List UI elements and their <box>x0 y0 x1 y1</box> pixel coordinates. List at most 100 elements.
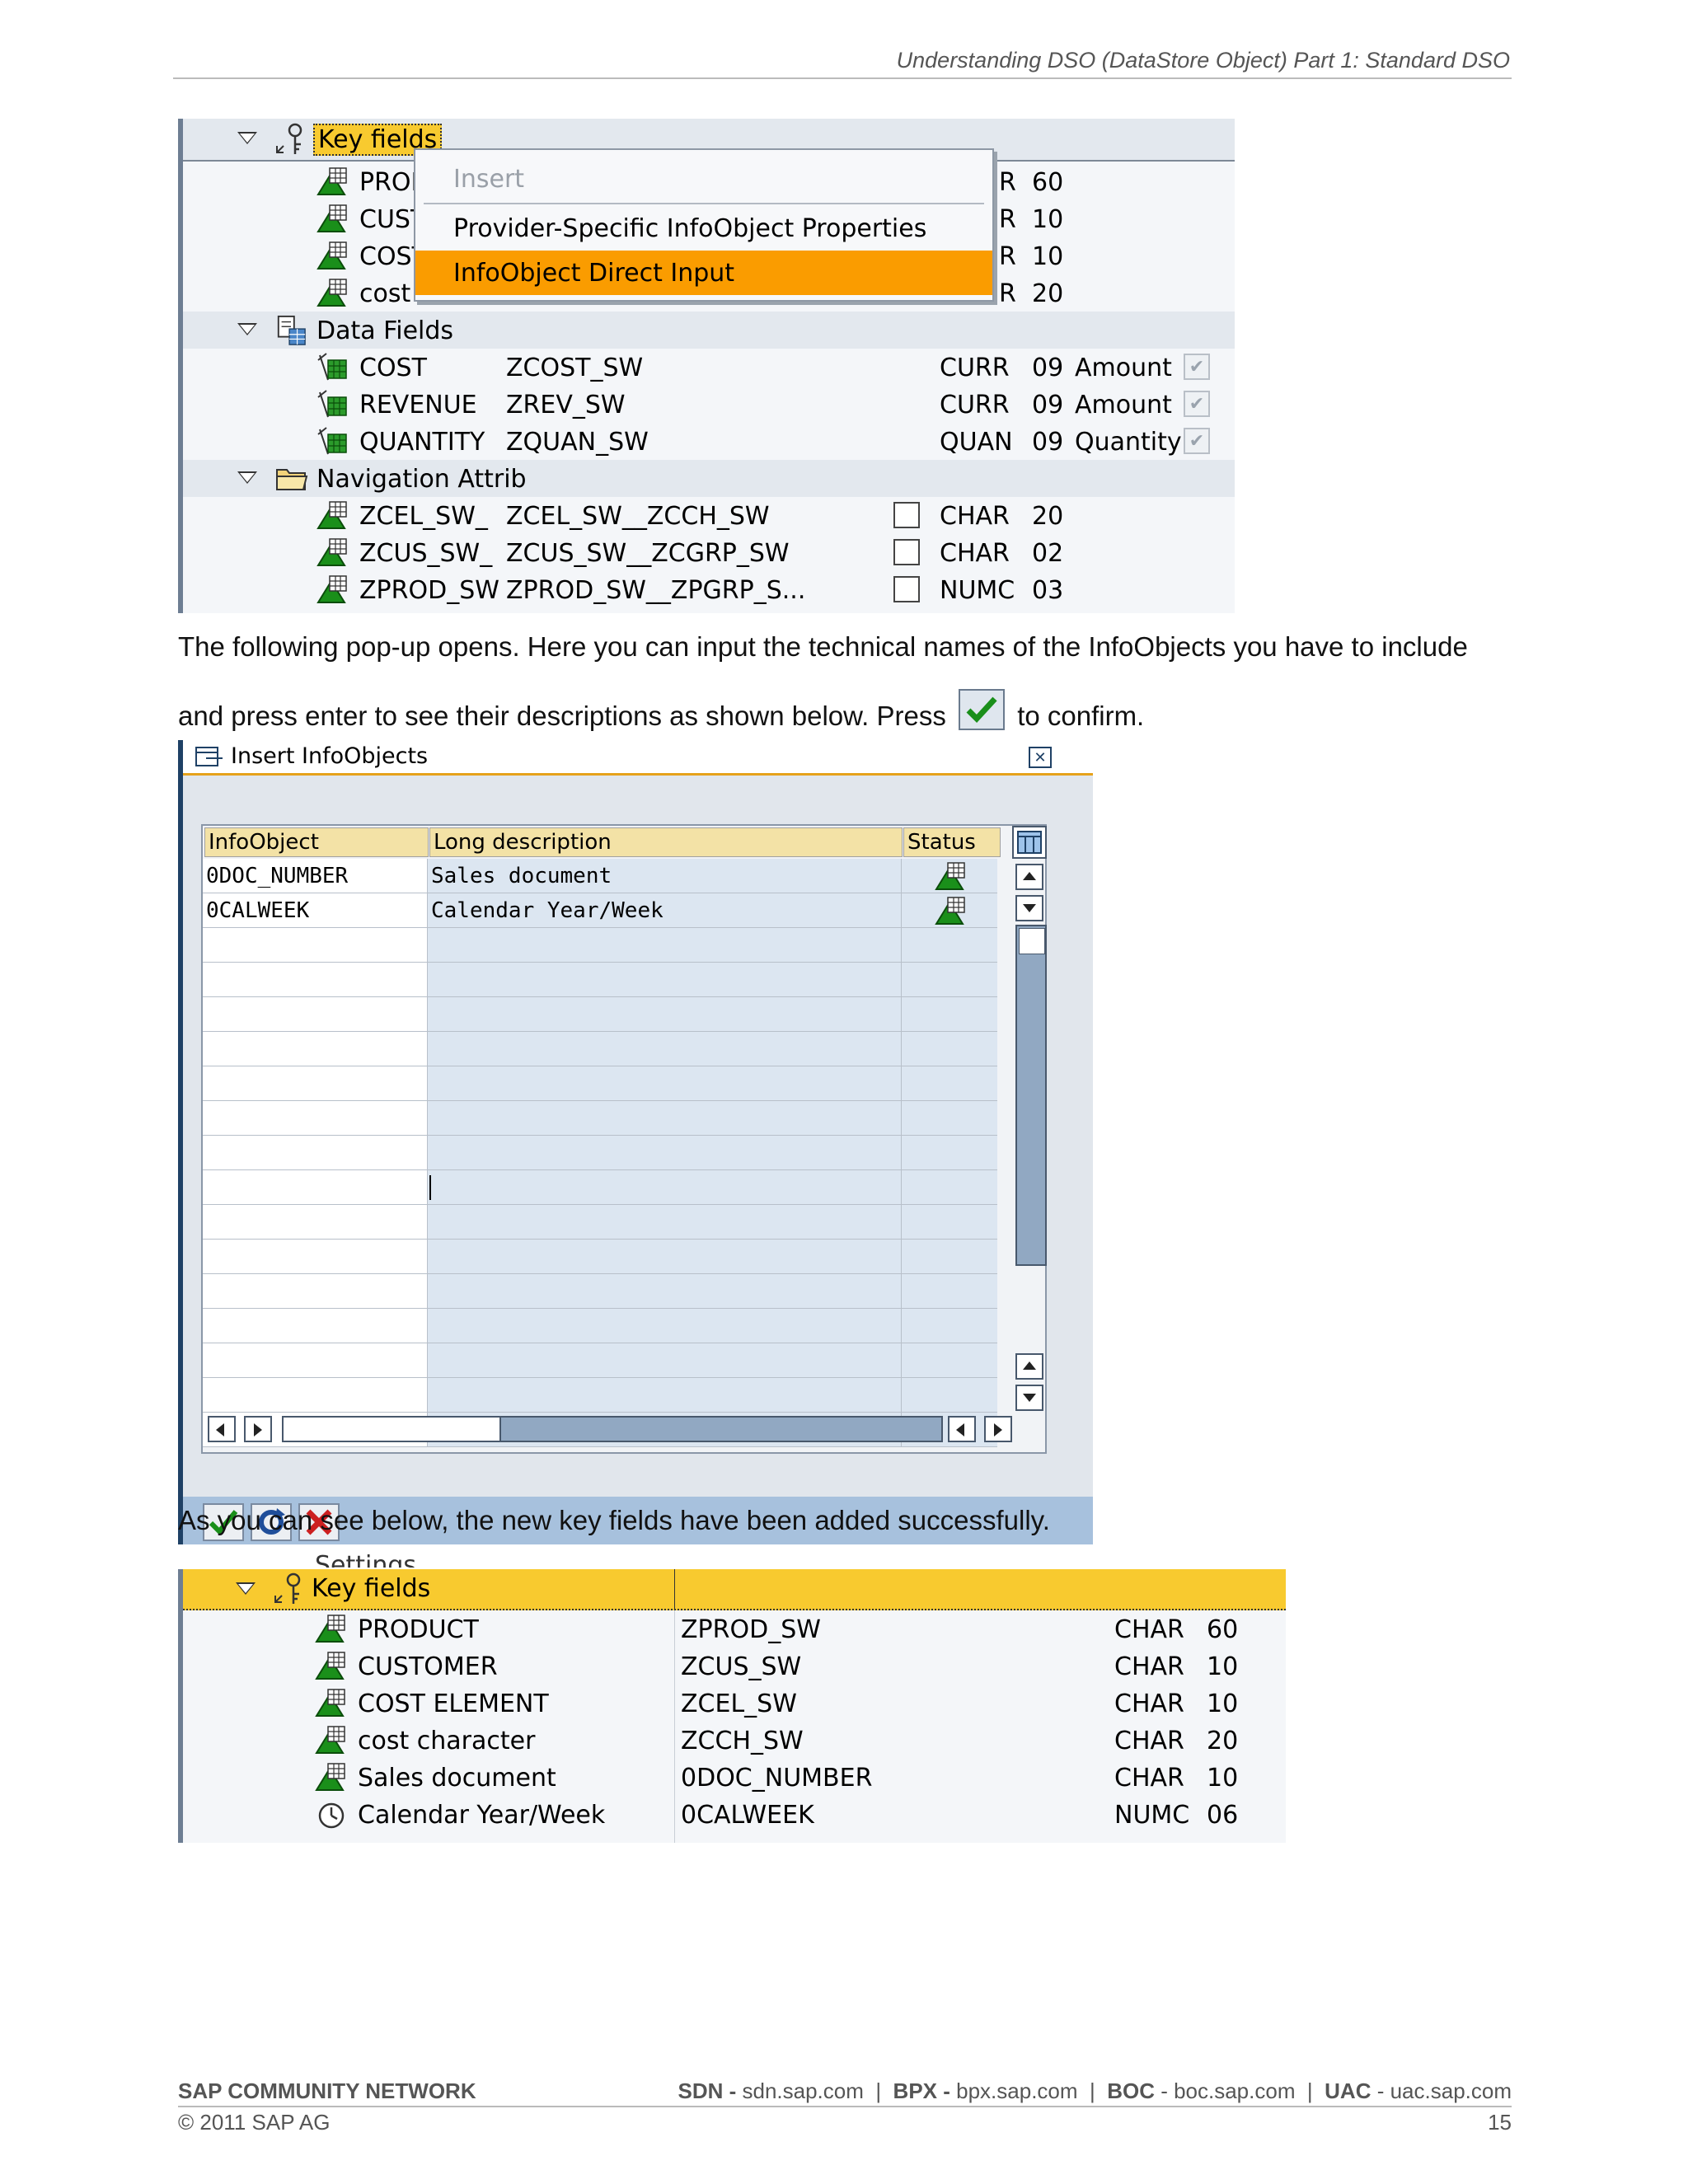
infoobject-icon <box>315 1651 346 1680</box>
scroll-up-button[interactable] <box>1015 864 1043 890</box>
table-row[interactable] <box>203 1240 1001 1274</box>
tree-row[interactable]: Calendar Year/Week 0CALWEEK NUMC 06 <box>183 1796 1286 1833</box>
header-rule <box>173 77 1512 79</box>
footer-bpx-link[interactable]: bpx.sap.com <box>956 2079 1077 2103</box>
close-icon[interactable]: ✕ <box>1029 747 1052 768</box>
scroll-page-up-button[interactable] <box>1015 1353 1043 1380</box>
unchecked-checkbox[interactable] <box>893 502 920 528</box>
collapse-triangle-icon[interactable] <box>237 471 257 486</box>
collapse-triangle-icon[interactable] <box>237 132 257 147</box>
field-technical-name: ZCCH_SW <box>681 1727 804 1755</box>
key-fields-group-row[interactable]: Key fields <box>183 1569 1286 1610</box>
scroll-left-button[interactable] <box>208 1416 236 1442</box>
checked-checkbox[interactable]: ✔ <box>1184 391 1210 417</box>
infoobject-cell-input[interactable] <box>203 1136 428 1170</box>
tree-row[interactable]: cost character ZCCH_SW CHAR 20 <box>183 1722 1286 1759</box>
field-name: Calendar Year/Week <box>358 1801 606 1830</box>
field-technical-name: 0CALWEEK <box>681 1801 814 1830</box>
vertical-scrollbar-track[interactable] <box>1015 925 1047 1266</box>
vertical-scrollbar-thumb[interactable] <box>1019 928 1045 954</box>
infoobject-cell-input[interactable] <box>203 1274 428 1309</box>
menu-item-insert[interactable]: Insert <box>415 157 992 201</box>
footer-boc-link[interactable]: - boc.sap.com <box>1155 2079 1295 2103</box>
table-row[interactable] <box>203 963 1001 997</box>
description-cell <box>428 1136 902 1170</box>
table-row[interactable]: 0DOC_NUMBER Sales document <box>203 859 1001 893</box>
infoobject-cell-input[interactable] <box>203 1032 428 1066</box>
field-technical-name: ZCEL_SW__ZCCH_SW <box>506 502 770 531</box>
checked-checkbox[interactable]: ✔ <box>1184 428 1210 454</box>
tree-row[interactable]: ZCEL_SW_ ZCEL_SW__ZCCH_SW CHAR 20 <box>183 497 1235 534</box>
scroll-page-down-button[interactable] <box>1015 1385 1043 1411</box>
scroll-down-button[interactable] <box>1015 895 1043 921</box>
infoobject-cell-input[interactable]: 0CALWEEK <box>203 893 428 928</box>
tree-row[interactable]: ZPROD_SW ZPROD_SW__ZPGRP_S... NUMC 03 <box>183 571 1235 608</box>
field-name: PRODUCT <box>358 1615 479 1644</box>
infoobject-cell-input[interactable] <box>203 1170 428 1205</box>
table-row[interactable]: 0CALWEEK Calendar Year/Week <box>203 893 1001 928</box>
field-technical-name: ZCUS_SW <box>681 1652 802 1681</box>
infoobject-icon <box>315 1614 346 1643</box>
infoobject-cell-input[interactable] <box>203 1240 428 1274</box>
table-row[interactable] <box>203 1205 1001 1240</box>
collapse-triangle-icon[interactable] <box>237 323 257 338</box>
menu-item-infoobject-direct-input[interactable]: InfoObject Direct Input <box>415 251 992 295</box>
tree-row[interactable]: Sales document 0DOC_NUMBER CHAR 10 <box>183 1759 1286 1796</box>
unchecked-checkbox[interactable] <box>893 539 920 565</box>
scroll-right-end-button[interactable] <box>984 1416 1012 1442</box>
checked-checkbox[interactable]: ✔ <box>1184 354 1210 380</box>
infoobject-cell-input[interactable] <box>203 928 428 963</box>
table-row[interactable] <box>203 928 1001 963</box>
infoobject-cell-input[interactable] <box>203 1343 428 1378</box>
horizontal-scrollbar-track[interactable] <box>282 1416 943 1442</box>
tree-row[interactable]: COST ELEMENT ZCEL_SW CHAR 10 <box>183 1685 1286 1722</box>
data-fields-group-row[interactable]: Data Fields <box>183 312 1235 349</box>
table-row[interactable] <box>203 1170 1001 1205</box>
table-row[interactable] <box>203 1378 1001 1413</box>
tree-row[interactable]: CUSTOMER ZCUS_SW CHAR 10 <box>183 1647 1286 1685</box>
infoobject-cell-input[interactable] <box>203 1066 428 1101</box>
tree-row[interactable]: PRODUCT ZPROD_SW CHAR 60 <box>183 1610 1286 1647</box>
footer-network-name: SAP COMMUNITY NETWORK <box>178 2079 476 2103</box>
tree-row[interactable]: ZCUS_SW_ ZCUS_SW__ZCGRP_SW CHAR 02 <box>183 534 1235 571</box>
footer-uac-link[interactable]: - uac.sap.com <box>1371 2079 1512 2103</box>
table-row[interactable] <box>203 1274 1001 1309</box>
table-row[interactable] <box>203 1101 1001 1136</box>
unchecked-checkbox[interactable] <box>893 576 920 602</box>
table-row[interactable] <box>203 1309 1001 1343</box>
menu-item-provider-specific-properties[interactable]: Provider-Specific InfoObject Properties <box>415 206 992 251</box>
field-length: 02 <box>1032 539 1064 568</box>
infoobject-cell-input[interactable] <box>203 1101 428 1136</box>
infoobject-cell-input[interactable] <box>203 963 428 997</box>
table-row[interactable] <box>203 1343 1001 1378</box>
description-cell <box>428 963 902 997</box>
column-header-infoobject[interactable]: InfoObject <box>204 827 429 857</box>
scroll-left-end-button[interactable] <box>948 1416 976 1442</box>
infoobject-cell-input[interactable] <box>203 997 428 1032</box>
data-fields-icon <box>275 315 307 346</box>
tree-row[interactable]: COST ZCOST_SW CURR 09 Amount ✔ <box>183 349 1235 386</box>
tree-row[interactable]: REVENUE ZREV_SW CURR 09 Amount ✔ <box>183 386 1235 423</box>
collapse-triangle-icon[interactable] <box>236 1582 256 1597</box>
table-row[interactable] <box>203 1032 1001 1066</box>
tree-row[interactable]: QUANTITY ZQUAN_SW QUAN 09 Quantity ✔ <box>183 423 1235 460</box>
table-row[interactable] <box>203 997 1001 1032</box>
table-row[interactable] <box>203 1066 1001 1101</box>
table-settings-icon[interactable] <box>1012 826 1047 859</box>
infoobject-cell-input[interactable] <box>203 1378 428 1413</box>
footer-sdn-link[interactable]: sdn.sap.com <box>742 2079 863 2103</box>
status-cell <box>902 1032 997 1066</box>
infoobject-cell-input[interactable] <box>203 1205 428 1240</box>
field-type: CURR <box>940 354 1010 382</box>
column-header-long-description[interactable]: Long description <box>429 827 903 857</box>
scroll-right-button[interactable] <box>244 1416 272 1442</box>
column-header-status[interactable]: Status <box>903 827 1001 857</box>
horizontal-scrollbar-thumb[interactable] <box>284 1418 501 1441</box>
infoobject-cell-input[interactable] <box>203 1309 428 1343</box>
status-cell <box>902 963 997 997</box>
table-row[interactable] <box>203 1136 1001 1170</box>
infoobject-cell-input[interactable]: 0DOC_NUMBER <box>203 859 428 893</box>
field-length: 10 <box>1207 1764 1239 1793</box>
field-type: NUMC <box>1114 1801 1190 1830</box>
navigation-attributes-group-row[interactable]: Navigation Attrib <box>183 460 1235 497</box>
